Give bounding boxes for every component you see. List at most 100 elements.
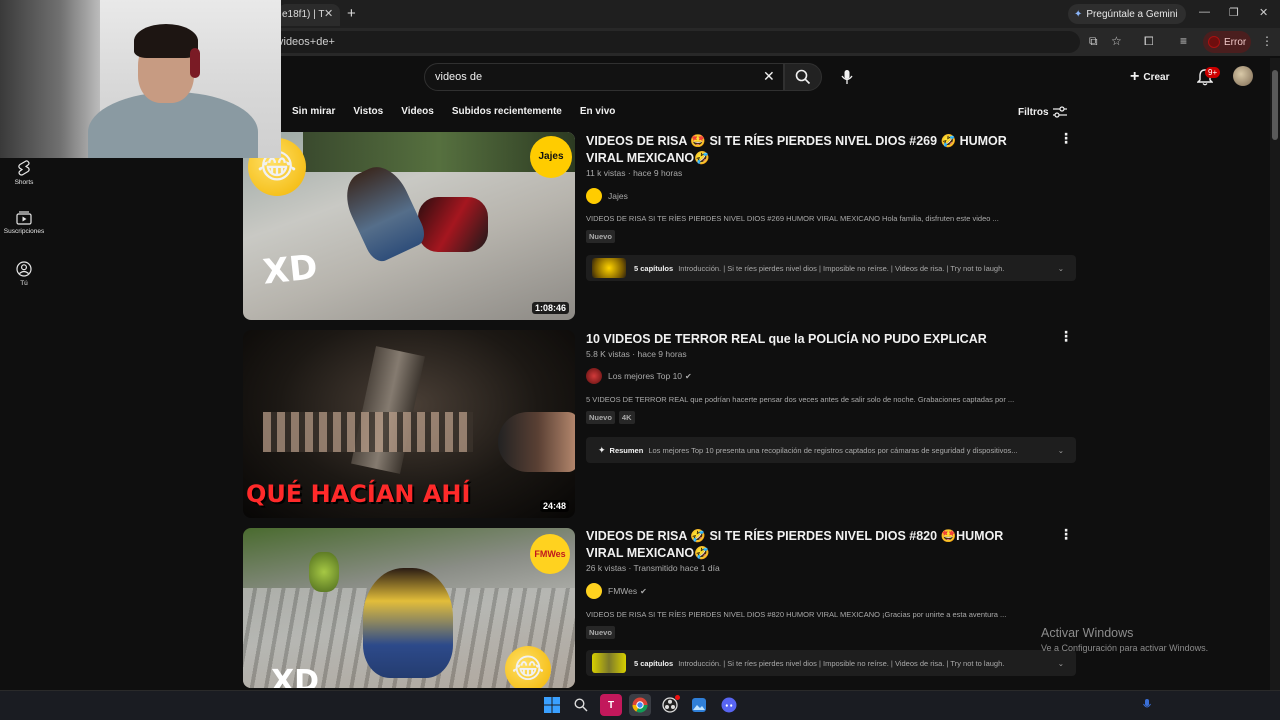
create-button[interactable]: + Crear [1130,66,1169,88]
thumbnail-motorcycle [418,197,488,252]
channel-link[interactable]: Jajes [586,188,628,204]
extensions-icon[interactable]: ⧠ [1144,34,1154,49]
shorts-icon [18,160,30,176]
chapters-bar[interactable]: 5 capítulos Introducción. | Si te ríes p… [586,255,1076,281]
laughing-emoji-icon: 😂 [505,646,551,688]
filter-chips: Sin mirar Vistos Videos Subidos reciente… [292,106,633,117]
chapters-label: 5 capítulos [634,263,674,273]
rail-shorts-label: Shorts [14,179,34,186]
thumbnail-papayas [309,552,339,592]
install-app-icon[interactable]: ⧉ [1089,34,1098,49]
chapters-text: Introducción. | Si te ríes pierdes nivel… [678,658,1005,668]
video-title[interactable]: 10 VIDEOS DE TERROR REAL que la POLICÍA … [586,331,1026,348]
chip-videos[interactable]: Videos [401,106,434,117]
error-label: Error [1224,36,1247,48]
more-options-icon[interactable]: ⋮ [1059,328,1073,345]
thumbnail-person [363,568,453,678]
new-tab-icon[interactable]: + [347,5,356,22]
rail-you[interactable]: Tú [0,261,48,287]
taskbar-app-icon[interactable]: T [600,694,622,716]
url-field[interactable]: videos+de+ [268,31,1080,53]
chip-sin-mirar[interactable]: Sin mirar [292,106,335,117]
filters-label: Filtros [1018,106,1049,118]
chip-subidos-recientemente[interactable]: Subidos recientemente [452,106,562,117]
taskbar-search-icon[interactable] [570,694,592,716]
rail-subscriptions[interactable]: Suscripciones [0,211,48,235]
plus-icon: + [1130,68,1140,85]
channel-avatar [586,368,602,384]
video-meta: 5.8 K vistas · hace 9 horas [586,349,687,359]
chrome-icon[interactable] [629,694,651,716]
video-duration: 24:48 [539,500,569,512]
video-meta: 11 k vistas · hace 9 horas [586,168,683,178]
video-description: VIDEOS DE RISA SI TE RÍES PIERDES NIVEL … [586,610,1007,619]
video-thumbnail[interactable]: FMWes 😂 XD [243,528,575,688]
channel-name: Jajes [608,191,628,201]
scrollbar[interactable] [1270,58,1280,690]
user-circle-icon [16,261,32,277]
search-input[interactable]: videos de [424,63,784,91]
channel-link[interactable]: Los mejores Top 10 ✔ [586,368,692,384]
video-thumbnail[interactable]: QUÉ HACÍAN AHÍ 24:48 [243,330,575,518]
channel-watermark-icon: Jajes [530,136,572,178]
chevron-down-icon[interactable]: ⌄ [1058,659,1064,668]
verified-icon: ✔ [640,586,647,596]
summary-bar[interactable]: ✦ Resumen Los mejores Top 10 presenta un… [586,437,1076,463]
summary-label: Resumen [609,445,644,455]
chevron-down-icon[interactable]: ⌄ [1058,264,1064,273]
photos-icon[interactable] [688,694,710,716]
video-thumbnail[interactable]: 😂 Jajes XD 1:08:46 [243,132,575,320]
more-options-icon[interactable]: ⋮ [1059,526,1073,543]
summary-text: Los mejores Top 10 presenta una recopila… [648,445,1018,455]
obs-icon[interactable] [659,694,681,716]
chip-en-vivo[interactable]: En vivo [580,106,616,117]
video-title[interactable]: VIDEOS DE RISA 🤣 SI TE RÍES PIERDES NIVE… [586,528,1026,562]
gemini-button[interactable]: ✦ Pregúntale a Gemini [1068,4,1186,24]
bookmark-star-icon[interactable]: ☆ [1111,34,1122,48]
sparkle-icon: ✦ [598,444,606,455]
discord-icon[interactable] [718,694,740,716]
close-window-icon[interactable]: ✕ [1259,6,1268,19]
webcam-background [0,0,100,158]
video-description: 5 VIDEOS DE TERROR REAL que podrían hace… [586,395,1015,404]
webcam-headphones [190,48,200,78]
restore-icon[interactable]: ❐ [1229,6,1239,19]
video-badges: Nuevo [586,230,615,243]
subscriptions-icon [16,211,32,225]
filters-button[interactable]: Filtros [1018,106,1067,118]
chapters-text: Introducción. | Si te ríes pierdes nivel… [678,263,1005,273]
badge-new: Nuevo [586,626,615,639]
more-options-icon[interactable]: ⋮ [1059,130,1073,147]
tab-close-icon[interactable]: ✕ [324,7,333,20]
recording-dot-icon [675,695,680,700]
channel-name: FMWes [608,586,638,596]
search-button[interactable] [784,63,822,91]
video-title[interactable]: VIDEOS DE RISA 🤩 SI TE RÍES PIERDES NIVE… [586,133,1026,167]
gemini-icon: ✦ [1074,8,1083,20]
media-control-icon[interactable]: ≡ [1180,34,1187,48]
profile-icon [1208,36,1220,48]
chevron-down-icon[interactable]: ⌄ [1058,446,1064,455]
notifications-badge: 9+ [1205,67,1221,78]
browser-menu-icon[interactable]: ⋮ [1261,34,1273,48]
chapters-bar[interactable]: 5 capítulos Introducción. | Si te ríes p… [586,650,1076,676]
search-query: videos de [435,71,483,83]
clear-search-icon[interactable]: ✕ [763,68,775,85]
channel-avatar [586,583,602,599]
activate-windows-title: Activar Windows [1041,626,1134,640]
windows-start-icon[interactable] [541,694,563,716]
taskbar-microphone-icon[interactable] [1136,694,1158,716]
profile-error-button[interactable]: Error [1203,31,1251,53]
chapter-thumbnail [592,258,626,278]
scrollbar-thumb[interactable] [1272,70,1278,140]
gemini-label: Pregúntale a Gemini [1086,8,1178,20]
channel-link[interactable]: FMWes ✔ [586,583,647,599]
chip-vistos[interactable]: Vistos [353,106,383,117]
voice-search-button[interactable] [834,63,860,91]
rail-subscriptions-label: Suscripciones [3,228,45,235]
video-badges: Nuevo [586,626,615,639]
minimize-icon[interactable]: — [1199,6,1210,18]
webcam-person-hair [134,24,198,58]
rail-shorts[interactable]: Shorts [0,160,48,186]
avatar[interactable] [1233,66,1253,86]
